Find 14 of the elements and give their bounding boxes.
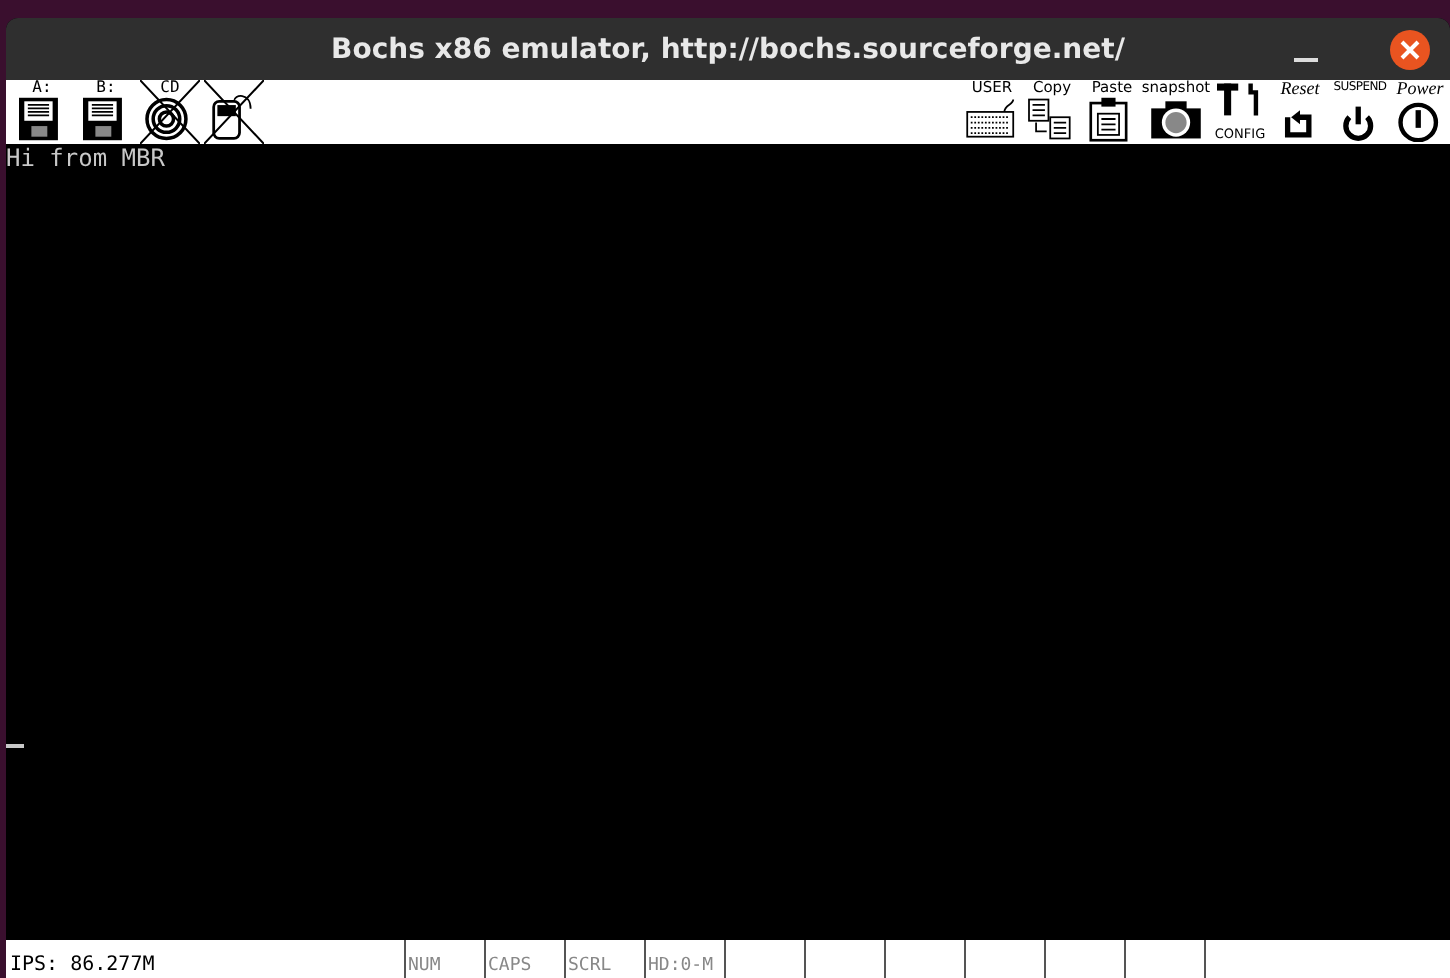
ips-readout: IPS: 86.277M	[8, 952, 157, 978]
text-cursor	[6, 744, 24, 748]
status-indicator: HD:0-M	[644, 940, 724, 978]
toolbar-button[interactable]: B:	[76, 80, 136, 144]
toolbar-button[interactable]: Reset	[1270, 80, 1330, 144]
status-indicator: CAPS	[484, 940, 564, 978]
window-title: Bochs x86 emulator, http://bochs.sourceforge.net/	[331, 33, 1125, 65]
toolbar-button[interactable]: Power	[1390, 80, 1450, 144]
toolbar-button[interactable]: A:	[12, 80, 72, 144]
status-indicator: SCRL	[564, 940, 644, 978]
console-text: Hi from MBR	[6, 144, 167, 172]
minimize-icon[interactable]	[1294, 58, 1318, 64]
close-icon[interactable]	[1390, 30, 1430, 70]
status-indicator: NUM	[404, 940, 484, 978]
